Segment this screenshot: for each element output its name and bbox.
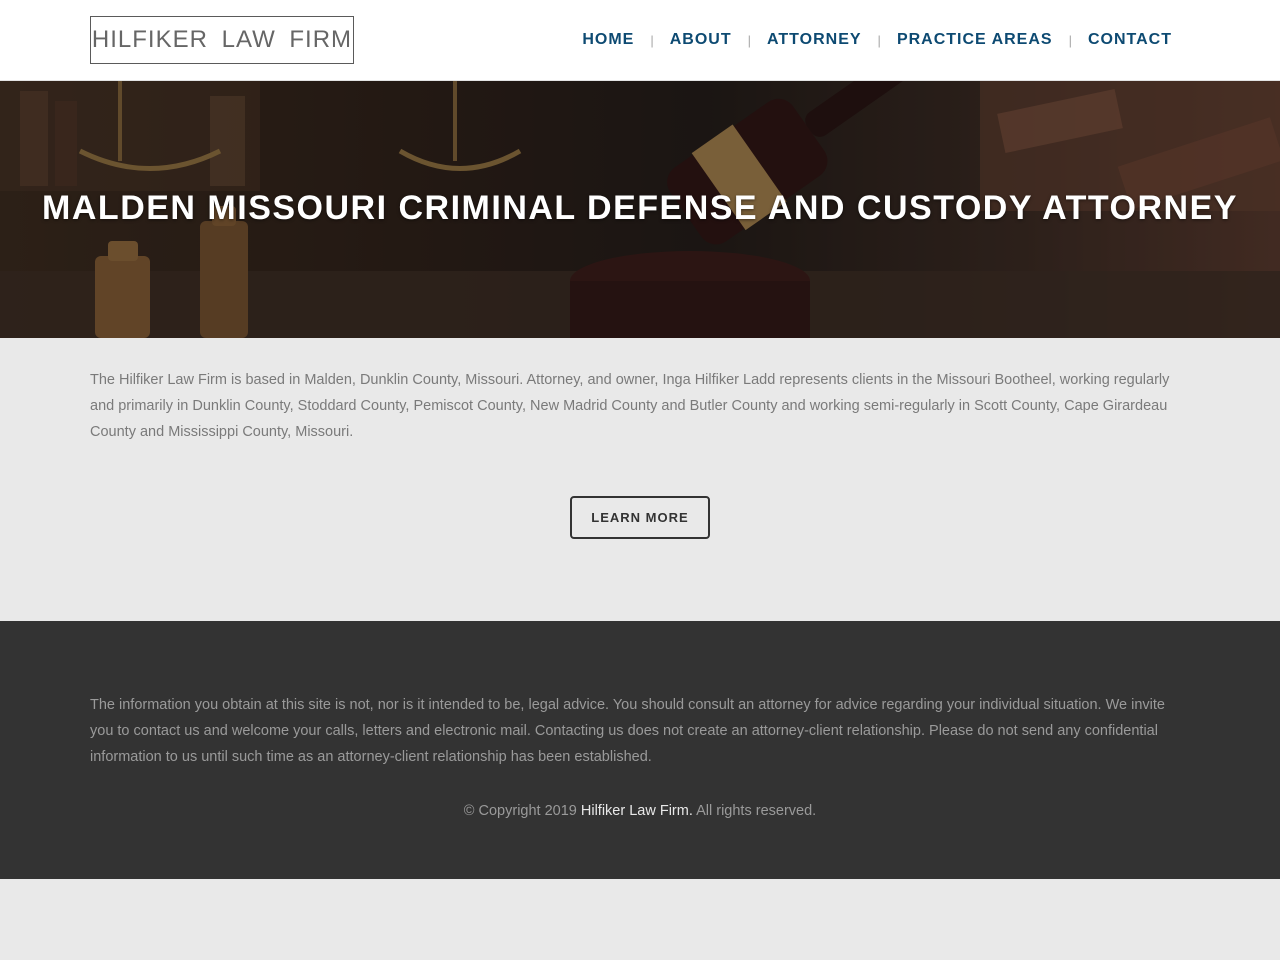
nav-separator: | xyxy=(877,32,881,48)
intro-text: The Hilfiker Law Firm is based in Malden… xyxy=(90,372,1170,440)
nav-attorney[interactable]: ATTORNEY xyxy=(767,31,862,49)
copyright-firm-link[interactable]: Hilfiker Law Firm. xyxy=(581,803,693,819)
hero-title: MALDEN MISSOURI CRIMINAL DEFENSE AND CUS… xyxy=(42,189,1238,227)
site-footer: The information you obtain at this site … xyxy=(0,621,1280,879)
nav-home[interactable]: HOME xyxy=(582,31,634,49)
nav-practice-areas[interactable]: PRACTICE AREAS xyxy=(897,31,1053,49)
nav-separator: | xyxy=(650,32,654,48)
site-header: HILFIKER LAW FIRM HOME | ABOUT | ATTORNE… xyxy=(0,0,1280,81)
learn-more-button[interactable]: LEARN MORE xyxy=(570,496,710,539)
nav-about[interactable]: ABOUT xyxy=(670,31,732,49)
legal-disclaimer: The information you obtain at this site … xyxy=(90,697,1165,765)
nav-separator: | xyxy=(1068,32,1072,48)
main-nav: HOME | ABOUT | ATTORNEY | PRACTICE AREAS… xyxy=(582,0,1172,80)
nav-contact[interactable]: CONTACT xyxy=(1088,31,1172,49)
site-logo[interactable]: HILFIKER LAW FIRM xyxy=(90,16,354,64)
copyright-prefix: © Copyright 2019 xyxy=(463,803,577,819)
nav-separator: | xyxy=(747,32,752,48)
copyright-suffix: All rights reserved. xyxy=(696,803,817,819)
copyright: © Copyright 2019 Hilfiker Law Firm. All … xyxy=(0,803,1280,819)
hero-banner: MALDEN MISSOURI CRIMINAL DEFENSE AND CUS… xyxy=(0,81,1280,338)
